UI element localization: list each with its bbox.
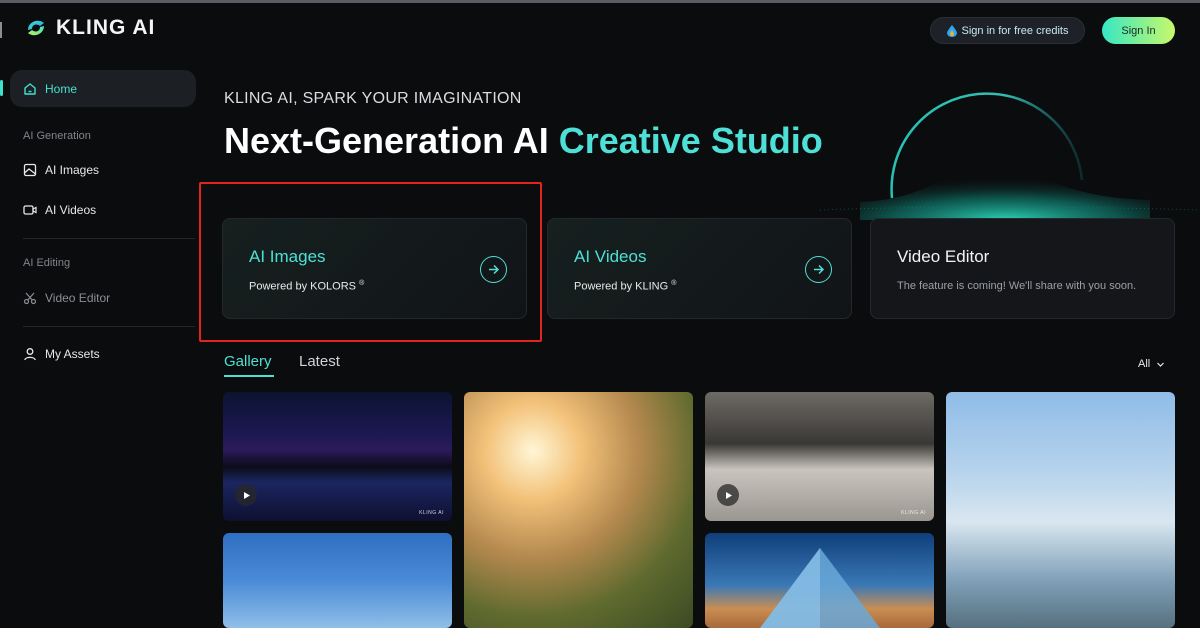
sidebar-item-ai-images[interactable]: AI Images bbox=[23, 163, 99, 177]
hero-tagline: KLING AI, SPARK YOUR IMAGINATION bbox=[224, 90, 522, 107]
sidebar-item-ai-images-label: AI Images bbox=[45, 163, 100, 177]
chevron-down-icon bbox=[1157, 362, 1165, 367]
hero-glow-arc-graphic bbox=[820, 92, 1200, 220]
tab-latest[interactable]: Latest bbox=[299, 353, 340, 370]
hero-headline-accent: Creative Studio bbox=[558, 120, 823, 161]
sidebar-section-ai-editing: AI Editing bbox=[23, 257, 71, 269]
sidebar-divider bbox=[23, 326, 195, 327]
kling-watermark: KLING AI bbox=[419, 510, 444, 516]
video-camera-icon bbox=[23, 203, 37, 217]
free-credits-label: Sign in for free credits bbox=[961, 24, 1069, 37]
window-top-border bbox=[0, 0, 1200, 3]
sidebar-item-ai-videos-label: AI Videos bbox=[45, 203, 97, 217]
ai-videos-card[interactable]: AI Videos Powered by KLING ® bbox=[547, 218, 852, 319]
sidebar-item-my-assets-label: My Assets bbox=[45, 347, 100, 361]
sidebar-item-ai-videos[interactable]: AI Videos bbox=[23, 203, 96, 217]
registered-mark: ® bbox=[671, 280, 677, 287]
sidebar-section-ai-generation: AI Generation bbox=[23, 130, 91, 142]
video-editor-card-title: Video Editor bbox=[897, 247, 990, 266]
sidebar-item-my-assets[interactable]: My Assets bbox=[23, 347, 100, 361]
hero-headline: Next-Generation AI Creative Studio bbox=[224, 120, 823, 162]
kling-watermark: KLING AI bbox=[901, 510, 926, 516]
gallery-thumbnail-kitten-flowers[interactable] bbox=[464, 392, 693, 628]
video-editor-card[interactable]: Video Editor The feature is coming! We'l… bbox=[870, 218, 1175, 319]
sidebar-item-home-label: Home bbox=[45, 81, 78, 96]
ai-videos-arrow-button[interactable] bbox=[805, 256, 832, 283]
user-icon bbox=[23, 347, 37, 361]
play-icon[interactable] bbox=[717, 484, 739, 506]
ai-videos-card-title: AI Videos bbox=[574, 247, 647, 266]
sign-in-button[interactable]: Sign In bbox=[1102, 17, 1175, 44]
free-credits-button[interactable]: Sign in for free credits bbox=[930, 17, 1085, 44]
gallery-filter-dropdown[interactable]: All bbox=[1138, 358, 1165, 370]
sidebar-item-home[interactable]: Home bbox=[10, 70, 196, 107]
credit-drop-icon bbox=[946, 24, 957, 37]
sidebar-item-video-editor-label: Video Editor bbox=[45, 291, 111, 305]
image-icon bbox=[23, 163, 37, 177]
gallery-thumbnail-horse[interactable] bbox=[946, 392, 1175, 628]
gallery-filter-label: All bbox=[1138, 358, 1151, 370]
gallery-thumbnail-pouring-milk[interactable]: KLING AI bbox=[705, 392, 934, 521]
selection-highlight-box bbox=[199, 182, 542, 342]
hero-headline-main: Next-Generation AI bbox=[224, 120, 559, 161]
arrow-right-icon bbox=[814, 264, 825, 275]
gallery-thumbnail-city-night[interactable]: KLING AI bbox=[223, 392, 452, 521]
scissors-icon bbox=[23, 291, 37, 305]
sidebar-item-video-editor[interactable]: Video Editor bbox=[23, 291, 110, 305]
video-editor-card-subtitle: The feature is coming! We'll share with … bbox=[897, 280, 1137, 292]
pyramid-shape bbox=[760, 548, 880, 628]
active-tab-underline bbox=[224, 375, 274, 377]
gallery-thumbnail-sky-trees[interactable] bbox=[223, 533, 452, 628]
home-icon bbox=[23, 82, 37, 96]
kling-logo-icon bbox=[28, 20, 44, 36]
ai-videos-card-subtitle-text: Powered by KLING bbox=[574, 280, 669, 293]
sidebar-divider bbox=[23, 238, 195, 239]
app-name: KLING AI bbox=[56, 16, 156, 39]
active-nav-indicator bbox=[0, 80, 3, 96]
ai-videos-card-subtitle: Powered by KLING ® bbox=[574, 280, 676, 293]
gallery-thumbnail-glass-pyramid[interactable] bbox=[705, 533, 934, 628]
app-logo[interactable]: KLING AI bbox=[24, 16, 155, 40]
sidebar-toggle-handle[interactable] bbox=[0, 22, 2, 38]
tab-gallery[interactable]: Gallery bbox=[224, 353, 272, 370]
play-icon[interactable] bbox=[235, 484, 257, 506]
